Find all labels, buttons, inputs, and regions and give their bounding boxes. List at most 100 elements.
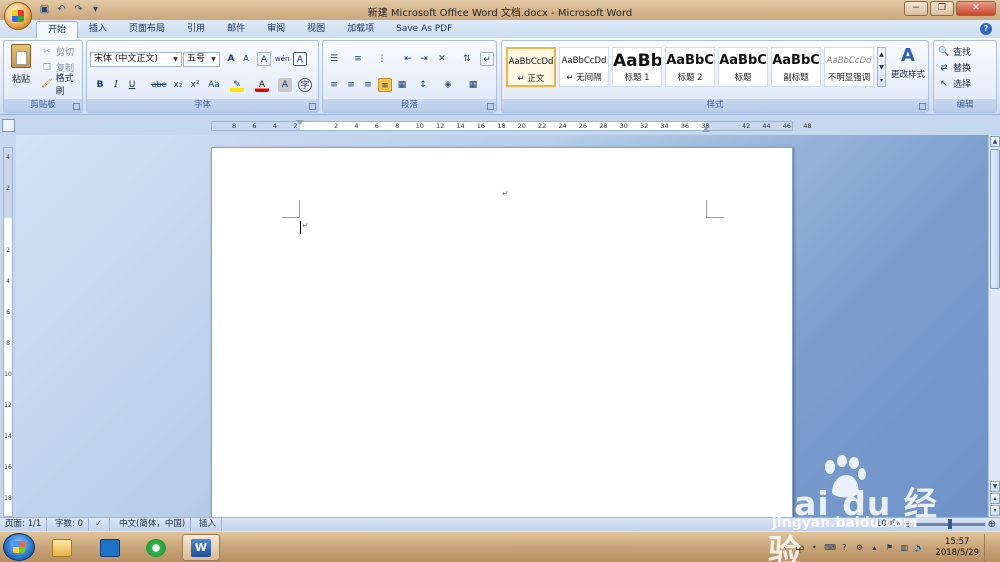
- volume-icon[interactable]: 🔊: [914, 543, 924, 553]
- minimize-button[interactable]: −: [904, 1, 928, 16]
- help-tray-icon[interactable]: ?: [839, 543, 849, 553]
- network-icon[interactable]: ▥: [899, 543, 909, 553]
- line-spacing-icon[interactable]: ↕: [416, 78, 430, 92]
- zoom-out-icon[interactable]: ⊖: [903, 518, 911, 531]
- tab-review[interactable]: 审阅: [256, 21, 296, 38]
- find-button[interactable]: 🔍 查找: [937, 44, 971, 59]
- sort-icon[interactable]: ⇅: [460, 52, 474, 66]
- zoom-in-icon[interactable]: ⊕: [988, 518, 996, 531]
- chevron-down-icon[interactable]: ▼: [171, 54, 180, 65]
- select-button[interactable]: ↖ 选择: [937, 76, 971, 91]
- strikethrough-button[interactable]: abe: [150, 78, 168, 92]
- ime-logo-icon[interactable]: ✦: [780, 543, 790, 553]
- cut-button[interactable]: ✂ 剪切: [40, 44, 74, 59]
- tab-addins[interactable]: 加载项: [336, 21, 385, 38]
- ime-indicator[interactable]: 中: [795, 542, 804, 555]
- status-language[interactable]: 中文(简体，中国): [114, 518, 192, 531]
- underline-button[interactable]: U: [125, 78, 139, 92]
- superscript-button[interactable]: x²: [188, 78, 202, 92]
- subscript-button[interactable]: x₂: [171, 78, 185, 92]
- change-case-button[interactable]: Aa: [205, 78, 223, 92]
- next-page-icon[interactable]: ▾: [990, 505, 1000, 516]
- scroll-down-icon[interactable]: ▼: [990, 481, 1000, 492]
- zoom-slider-thumb[interactable]: [947, 519, 952, 529]
- replace-button[interactable]: ⇄ 替换: [937, 60, 971, 75]
- document-page[interactable]: ↵ ↵: [211, 147, 793, 517]
- indent-marker[interactable]: [296, 120, 304, 132]
- asian-layout-icon[interactable]: ✕: [435, 52, 449, 66]
- justify-icon[interactable]: ≡: [378, 78, 392, 92]
- style-heading-1[interactable]: AaBb 标题 1: [612, 47, 662, 87]
- zoom-level[interactable]: 100%: [876, 518, 900, 531]
- tab-save-as-pdf[interactable]: Save As PDF: [385, 21, 463, 38]
- style-subtle-emphasis[interactable]: AaBbCcDd 不明显强调: [824, 47, 874, 87]
- status-insert-mode[interactable]: 插入: [194, 518, 223, 531]
- tab-home[interactable]: 开始: [36, 21, 79, 38]
- scroll-up-icon[interactable]: ▲: [990, 136, 1000, 147]
- tab-mailings[interactable]: 邮件: [216, 21, 256, 38]
- vertical-scrollbar[interactable]: ▲ ▼ ▴ ▾: [988, 135, 1000, 517]
- align-center-icon[interactable]: ≡: [344, 78, 358, 92]
- font-color-icon[interactable]: A: [255, 78, 269, 92]
- taskbar-browser[interactable]: [137, 534, 175, 561]
- right-indent-marker[interactable]: [702, 125, 710, 132]
- distributed-icon[interactable]: ▦: [395, 78, 409, 92]
- tab-page-layout[interactable]: 页面布局: [118, 21, 176, 38]
- style-no-spacing[interactable]: AaBbCcDd ↵ 无间隔: [559, 47, 609, 87]
- help-icon[interactable]: ?: [980, 23, 992, 35]
- borders-icon[interactable]: ▦: [466, 78, 480, 92]
- status-page[interactable]: 页面: 1/1: [0, 518, 48, 531]
- clear-format-icon[interactable]: A: [257, 52, 271, 66]
- style-subtitle[interactable]: AaBbC 副标题: [771, 47, 821, 87]
- shrink-font-icon[interactable]: A: [239, 52, 253, 66]
- phonetic-guide-icon[interactable]: wén: [275, 52, 289, 66]
- paragraph-launcher-icon[interactable]: [487, 103, 494, 110]
- multilevel-list-icon[interactable]: ⋮: [375, 52, 389, 66]
- font-size-combo[interactable]: 五号 ▼: [183, 52, 220, 67]
- tab-selector[interactable]: [2, 119, 15, 132]
- expand-tray-icon[interactable]: ▴: [869, 543, 879, 553]
- punctuation-icon[interactable]: •: [809, 543, 819, 553]
- format-painter-button[interactable]: 🖌 格式刷: [40, 74, 82, 97]
- numbering-icon[interactable]: ≡: [351, 52, 365, 66]
- office-button[interactable]: [4, 2, 32, 30]
- align-right-icon[interactable]: ≡: [361, 78, 375, 92]
- bullets-icon[interactable]: ☰: [327, 52, 341, 66]
- decrease-indent-icon[interactable]: ⇤: [401, 52, 415, 66]
- clock[interactable]: 15:57 2018/5/29: [935, 537, 979, 559]
- taskbar-app[interactable]: [91, 534, 129, 561]
- taskbar-word[interactable]: W: [182, 534, 220, 561]
- proofing-icon[interactable]: ✓: [90, 518, 110, 531]
- paste-button[interactable]: 粘贴: [8, 44, 34, 96]
- style-heading-2[interactable]: AaBbC 标题 2: [665, 47, 715, 87]
- chevron-down-icon[interactable]: ▼: [209, 54, 218, 65]
- style-normal[interactable]: AaBbCcDd ↵ 正文: [506, 47, 556, 87]
- character-border-icon[interactable]: A: [293, 52, 307, 66]
- status-word-count[interactable]: 字数: 0: [50, 518, 89, 531]
- close-button[interactable]: ✕: [956, 1, 996, 16]
- increase-indent-icon[interactable]: ⇥: [417, 52, 431, 66]
- bold-button[interactable]: B: [93, 78, 107, 92]
- flag-icon[interactable]: ⚑: [884, 543, 894, 553]
- settings-icon[interactable]: ⚙: [854, 543, 864, 553]
- enclose-characters-icon[interactable]: 字: [298, 78, 312, 92]
- zoom-slider[interactable]: [914, 519, 985, 529]
- show-desktop-button[interactable]: [984, 534, 994, 562]
- keyboard-icon[interactable]: ⌨: [824, 543, 836, 553]
- tab-view[interactable]: 视图: [296, 21, 336, 38]
- font-launcher-icon[interactable]: [309, 103, 316, 110]
- horizontal-ruler[interactable]: 8 6 4 2 2 4 6 8 10 12 14 16 18 20 22 24 26 28 30 32 34 36 38 42…: [211, 120, 811, 132]
- shading-icon[interactable]: ◈: [441, 78, 455, 92]
- show-marks-icon[interactable]: ↵: [480, 52, 494, 66]
- character-shading-icon[interactable]: A: [278, 78, 292, 92]
- tab-insert[interactable]: 插入: [78, 21, 118, 38]
- align-left-icon[interactable]: ≡: [327, 78, 341, 92]
- clipboard-launcher-icon[interactable]: [73, 103, 80, 110]
- styles-gallery-scroll[interactable]: ▲ ▼ ▾: [877, 47, 886, 87]
- grow-font-icon[interactable]: A: [224, 52, 238, 66]
- change-styles-button[interactable]: A 更改样式: [890, 44, 926, 98]
- tab-references[interactable]: 引用: [176, 21, 216, 38]
- start-button[interactable]: [3, 533, 35, 561]
- prev-page-icon[interactable]: ▴: [990, 493, 1000, 504]
- italic-button[interactable]: I: [109, 78, 123, 92]
